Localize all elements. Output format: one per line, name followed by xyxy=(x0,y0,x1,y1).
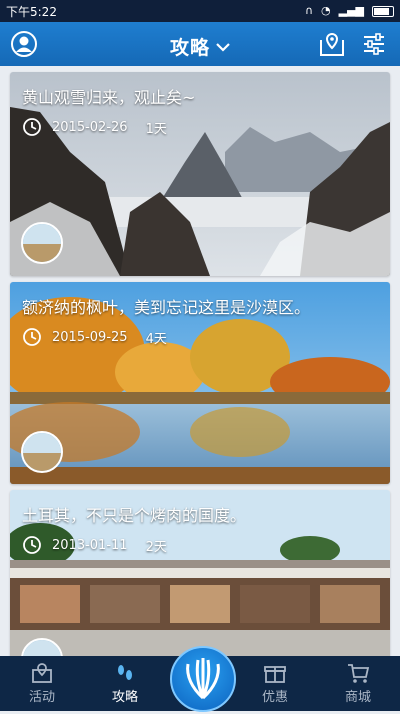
guide-card[interactable]: 额济纳的枫叶，美到忘记这里是沙漠区。 2015-09-25 4天 xyxy=(10,282,390,484)
card-title: 黄山观雪归来，观止矣~ xyxy=(22,88,196,107)
card-date: 2015-09-25 xyxy=(52,329,128,345)
author-avatar[interactable] xyxy=(21,431,63,473)
gift-box-icon xyxy=(264,666,286,683)
card-meta: 2015-09-25 4天 xyxy=(22,327,167,347)
battery-icon xyxy=(372,5,394,17)
nav-offers[interactable]: 优惠 xyxy=(235,656,315,711)
footprints-icon xyxy=(118,665,132,680)
guide-card[interactable]: 黄山观雪归来，观止矣~ 2015-02-26 1天 xyxy=(10,72,390,276)
card-duration: 1天 xyxy=(145,121,167,137)
card-title: 额济纳的枫叶，美到忘记这里是沙漠区。 xyxy=(22,298,311,317)
page-title: 攻略 xyxy=(169,37,210,59)
clock-icon xyxy=(23,536,41,554)
status-time: 下午5:22 xyxy=(6,5,57,19)
avatar-image xyxy=(23,433,61,471)
status-icons: ∩ ◔ ▂▄▆ xyxy=(305,3,394,19)
chevron-down-icon xyxy=(216,43,230,52)
status-bar: 下午5:22 ∩ ◔ ▂▄▆ xyxy=(0,0,400,22)
nav-offers-label: 优惠 xyxy=(261,690,288,705)
nav-guides-label: 攻略 xyxy=(111,690,138,705)
clock-icon xyxy=(23,118,41,136)
shopping-cart-icon xyxy=(348,664,370,683)
clock-icon xyxy=(23,328,41,346)
nav-mall[interactable]: 商城 xyxy=(318,656,398,711)
app-header: 攻略 xyxy=(0,22,400,66)
guide-card[interactable]: 土耳其，不只是个烤肉的国度。 2013-01-11 2天 xyxy=(10,490,390,656)
card-meta: 2013-01-11 2天 xyxy=(22,535,167,555)
card-title: 土耳其，不只是个烤肉的国度。 xyxy=(22,506,247,525)
card-duration: 2天 xyxy=(145,539,167,555)
wifi-icon: ◔ xyxy=(321,4,331,17)
activity-icon xyxy=(32,663,52,683)
card-date: 2013-01-11 xyxy=(52,537,128,553)
nav-activity[interactable]: 活动 xyxy=(2,656,82,711)
bottom-nav: 活动 攻略 优惠 商城 xyxy=(0,646,400,712)
card-duration: 4天 xyxy=(145,331,167,347)
signal-icon: ▂▄▆ xyxy=(338,4,364,17)
headset-icon: ∩ xyxy=(304,4,313,17)
avatar-image xyxy=(23,224,61,262)
map-location-icon[interactable] xyxy=(318,30,346,58)
fountain-logo-icon xyxy=(186,658,220,700)
filter-settings-icon[interactable] xyxy=(360,30,388,58)
nav-guides[interactable]: 攻略 xyxy=(85,656,165,711)
card-date: 2015-02-26 xyxy=(52,119,128,135)
nav-mall-label: 商城 xyxy=(344,690,371,705)
card-meta: 2015-02-26 1天 xyxy=(22,117,167,137)
avatar-image xyxy=(23,640,61,656)
center-home-button[interactable] xyxy=(170,646,236,712)
nav-activity-label: 活动 xyxy=(28,690,55,705)
guide-feed[interactable]: 黄山观雪归来，观止矣~ 2015-02-26 1天 额济纳的枫叶，美到忘记这里是… xyxy=(0,66,400,656)
author-avatar[interactable] xyxy=(21,222,63,264)
